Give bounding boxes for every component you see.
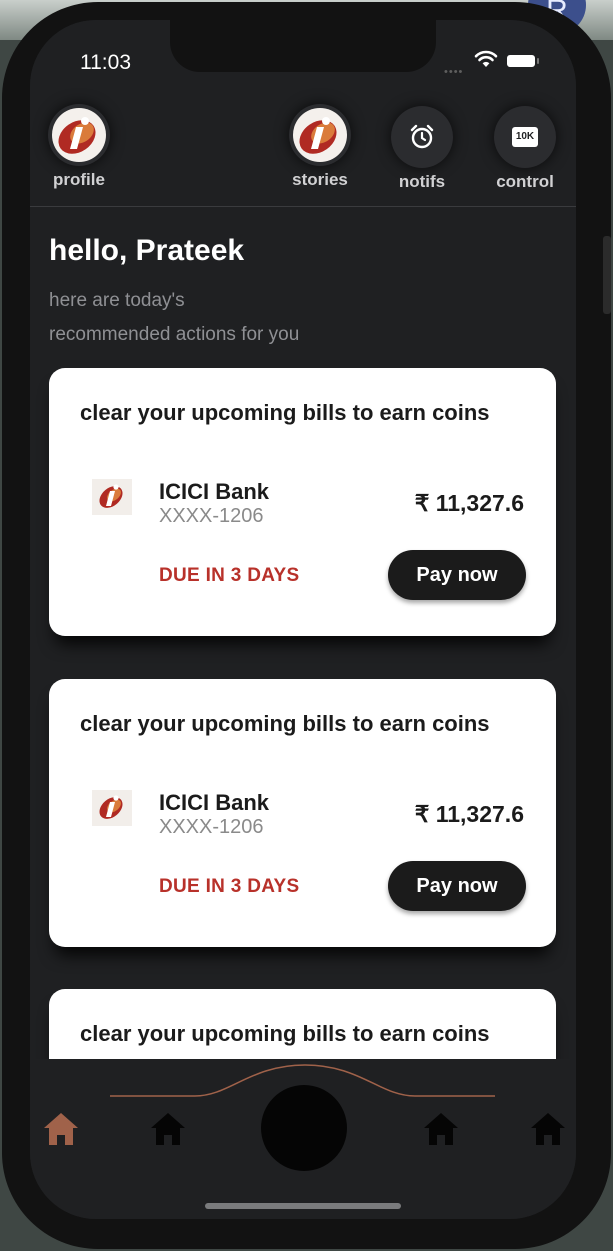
bank-name: ICICI Bank: [159, 479, 270, 504]
greeting-line-1: here are today's: [49, 290, 185, 311]
feed[interactable]: hello, Prateek here are today's recommen…: [30, 207, 576, 1059]
status-time: 11:03: [80, 51, 131, 74]
home-icon[interactable]: [42, 1111, 80, 1147]
bottom-tab-bar: [30, 1059, 576, 1219]
icici-logo-icon: [52, 108, 106, 162]
pay-now-button[interactable]: Pay now: [388, 861, 526, 911]
battery-icon: [507, 55, 539, 67]
status-bar: 11:03 ••••: [30, 20, 576, 94]
nav-notifs[interactable]: notifs: [389, 106, 455, 192]
nav-profile-label: profile: [53, 170, 105, 189]
profile-avatar[interactable]: [48, 104, 110, 166]
phone-screen: 11:03 •••• profile stories notifs 10K co…: [30, 20, 576, 1219]
pay-now-button[interactable]: Pay now: [388, 550, 526, 600]
greeting-title: hello, Prateek: [49, 234, 245, 267]
card-title: clear your upcoming bills to earn coins: [80, 400, 490, 425]
nav-profile[interactable]: profile: [46, 104, 112, 190]
icici-logo-icon: [92, 479, 132, 515]
bill-card: clear your upcoming bills to earn coins …: [49, 368, 556, 636]
control-button[interactable]: 10K: [494, 106, 556, 168]
signal-icon: ••••: [444, 66, 464, 78]
bill-card: clear your upcoming bills to earn coins …: [49, 679, 556, 947]
10k-badge-icon: 10K: [512, 127, 538, 147]
bill-amount: ₹ 11,327.6: [414, 801, 524, 827]
notifs-button[interactable]: [391, 106, 453, 168]
account-number: XXXX-1206: [159, 505, 264, 527]
center-action-button[interactable]: [261, 1085, 347, 1171]
home-indicator[interactable]: [205, 1203, 401, 1209]
nav-notifs-label: notifs: [398, 172, 446, 191]
nav-control-label: control: [496, 172, 554, 191]
bank-name: ICICI Bank: [159, 790, 270, 815]
due-label: DUE IN 3 DAYS: [159, 565, 300, 586]
alarm-clock-icon: [410, 124, 434, 149]
home-icon[interactable]: [529, 1111, 567, 1147]
bill-amount: ₹ 11,327.6: [414, 490, 524, 516]
card-title: clear your upcoming bills to earn coins: [80, 1021, 490, 1046]
due-label: DUE IN 3 DAYS: [159, 876, 300, 897]
nav-stories[interactable]: stories: [284, 104, 356, 190]
greeting-line-2: recommended actions for you: [49, 324, 300, 345]
side-button: [603, 236, 611, 314]
home-icon[interactable]: [149, 1111, 187, 1147]
nav-control[interactable]: 10K control: [489, 106, 561, 192]
card-title: clear your upcoming bills to earn coins: [80, 711, 490, 736]
account-number: XXXX-1206: [159, 816, 264, 838]
wifi-icon: [474, 50, 498, 67]
bill-card: clear your upcoming bills to earn coins: [49, 989, 556, 1059]
icici-logo-icon: [293, 108, 347, 162]
notch: [170, 20, 436, 72]
top-nav: profile stories notifs 10K control: [30, 94, 576, 207]
icici-logo-icon: [92, 790, 132, 826]
nav-stories-label: stories: [292, 170, 348, 189]
stories-avatar[interactable]: [289, 104, 351, 166]
home-icon[interactable]: [422, 1111, 460, 1147]
